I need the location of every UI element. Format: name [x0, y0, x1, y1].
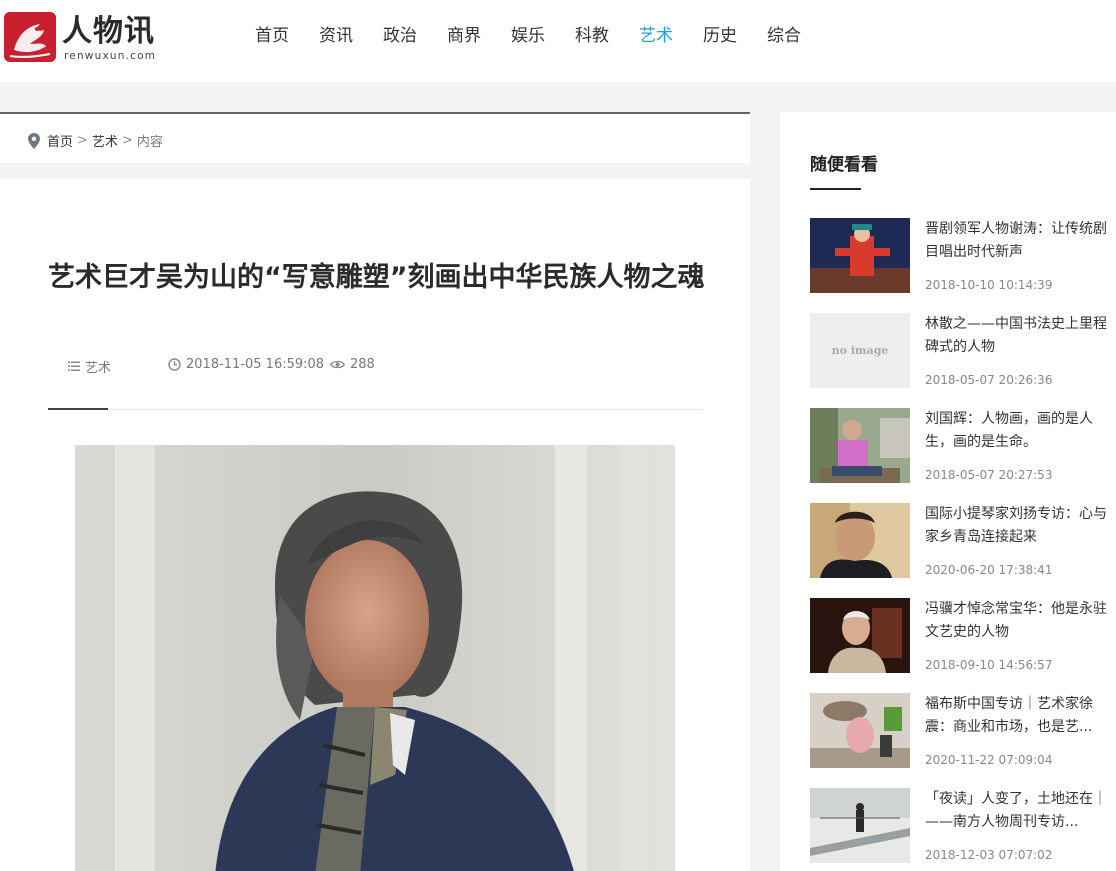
list-icon	[68, 361, 80, 371]
sidebar-item-date: 2020-11-22 07:09:04	[925, 753, 1053, 767]
sidebar-item-date: 2018-05-07 20:26:36	[925, 373, 1053, 387]
sidebar-item-title[interactable]: 福布斯中国专访｜艺术家徐震：商业和市场，也是艺...	[925, 693, 1110, 739]
sidebar-item-thumbnail[interactable]	[810, 788, 910, 863]
location-pin-icon	[28, 132, 40, 149]
sidebar-item[interactable]: 「夜读」人变了，土地还在｜——南方人物周刊专访... 2018-12-03 07…	[810, 788, 1116, 864]
sidebar-item-thumbnail[interactable]	[810, 598, 910, 673]
article-category[interactable]: 艺术	[68, 357, 111, 376]
sidebar-item-date: 2020-06-20 17:38:41	[925, 563, 1053, 577]
logo-domain: renwuxun.com	[64, 50, 157, 62]
dragon-logo-icon	[4, 12, 56, 62]
sidebar-item-title[interactable]: 「夜读」人变了，土地还在｜——南方人物周刊专访...	[925, 788, 1110, 834]
breadcrumb-separator: >	[121, 133, 133, 148]
meta-divider	[48, 409, 702, 410]
nav-item-science[interactable]: 科教	[575, 24, 609, 48]
article-views: 288	[330, 357, 375, 372]
sidebar-item-title[interactable]: 晋剧领军人物谢涛：让传统剧目唱出时代新声	[925, 218, 1110, 264]
breadcrumb: 首页 > 艺术 > 内容	[28, 131, 163, 150]
nav-item-entertainment[interactable]: 娱乐	[511, 24, 545, 48]
nav-item-art[interactable]: 艺术	[639, 24, 673, 48]
sidebar-item-date: 2018-05-07 20:27:53	[925, 468, 1053, 482]
no-image-placeholder: no image	[831, 344, 889, 357]
nav-item-business[interactable]: 商界	[447, 24, 481, 48]
breadcrumb-separator: >	[77, 133, 88, 148]
article-card: 艺术巨才吴为山的“写意雕塑”刻画出中华民族人物之魂 艺术 2018-11-05 …	[0, 179, 750, 871]
article-views-count: 288	[350, 357, 375, 372]
clock-icon	[168, 358, 181, 371]
sidebar-item[interactable]: 福布斯中国专访｜艺术家徐震：商业和市场，也是艺... 2020-11-22 07…	[810, 693, 1116, 769]
breadcrumb-category[interactable]: 艺术	[92, 131, 118, 150]
sidebar: 随便看看 晋剧领军人物谢涛：让传统剧目唱出时代新声 2018-10-10 10:…	[780, 112, 1116, 871]
article-category-label: 艺术	[85, 361, 112, 376]
sidebar-item-thumbnail[interactable]	[810, 408, 910, 483]
article-datetime: 2018-11-05 16:59:08	[168, 357, 324, 372]
sidebar-item-thumbnail[interactable]: no image	[810, 313, 910, 388]
sidebar-item-title[interactable]: 刘国辉：人物画，画的是人生，画的是生命。	[925, 408, 1110, 454]
main-nav: 首页 资讯 政治 商界 娱乐 科教 艺术 历史 综合	[255, 24, 831, 48]
site-header: 人物讯 renwuxun.com 首页 资讯 政治 商界 娱乐 科教 艺术 历史…	[0, 0, 1116, 82]
sidebar-item-date: 2018-12-03 07:07:02	[925, 848, 1053, 862]
nav-item-general[interactable]: 综合	[767, 24, 801, 48]
sidebar-item-date: 2018-09-10 14:56:57	[925, 658, 1053, 672]
breadcrumb-bar: 首页 > 艺术 > 内容	[0, 112, 750, 163]
sidebar-item[interactable]: 刘国辉：人物画，画的是人生，画的是生命。 2018-05-07 20:27:53	[810, 408, 1116, 484]
eye-icon	[330, 360, 345, 369]
sidebar-title-underline	[810, 188, 861, 190]
sidebar-item-title[interactable]: 国际小提琴家刘扬专访：心与家乡青岛连接起来	[925, 503, 1110, 549]
sidebar-item[interactable]: no image 林散之——中国书法史上里程碑式的人物 2018-05-07 2…	[810, 313, 1116, 389]
sidebar-item[interactable]: 冯骥才悼念常宝华：他是永驻文艺史的人物 2018-09-10 14:56:57	[810, 598, 1116, 674]
nav-item-history[interactable]: 历史	[703, 24, 737, 48]
article-photo	[75, 445, 675, 871]
meta-divider-accent	[48, 408, 108, 410]
sidebar-item-title[interactable]: 林散之——中国书法史上里程碑式的人物	[925, 313, 1110, 359]
sidebar-item-title[interactable]: 冯骥才悼念常宝华：他是永驻文艺史的人物	[925, 598, 1110, 644]
breadcrumb-current: 内容	[136, 135, 163, 150]
sidebar-item[interactable]: 国际小提琴家刘扬专访：心与家乡青岛连接起来 2020-06-20 17:38:4…	[810, 503, 1116, 579]
sidebar-item-thumbnail[interactable]	[810, 218, 910, 293]
sidebar-item-thumbnail[interactable]	[810, 693, 910, 768]
article-datetime-value: 2018-11-05 16:59:08	[186, 357, 325, 372]
nav-item-home[interactable]: 首页	[255, 24, 289, 48]
site-logo[interactable]: 人物讯 renwuxun.com	[4, 12, 164, 64]
sidebar-item-thumbnail[interactable]	[810, 503, 910, 578]
sidebar-title: 随便看看	[810, 155, 878, 175]
nav-item-politics[interactable]: 政治	[383, 24, 417, 48]
logo-text: 人物讯	[62, 14, 155, 49]
breadcrumb-home[interactable]: 首页	[47, 131, 73, 150]
sidebar-item-date: 2018-10-10 10:14:39	[925, 278, 1053, 292]
nav-item-news[interactable]: 资讯	[319, 24, 353, 48]
article-title: 艺术巨才吴为山的“写意雕塑”刻画出中华民族人物之魂	[48, 262, 705, 293]
sidebar-item[interactable]: 晋剧领军人物谢涛：让传统剧目唱出时代新声 2018-10-10 10:14:39	[810, 218, 1116, 294]
